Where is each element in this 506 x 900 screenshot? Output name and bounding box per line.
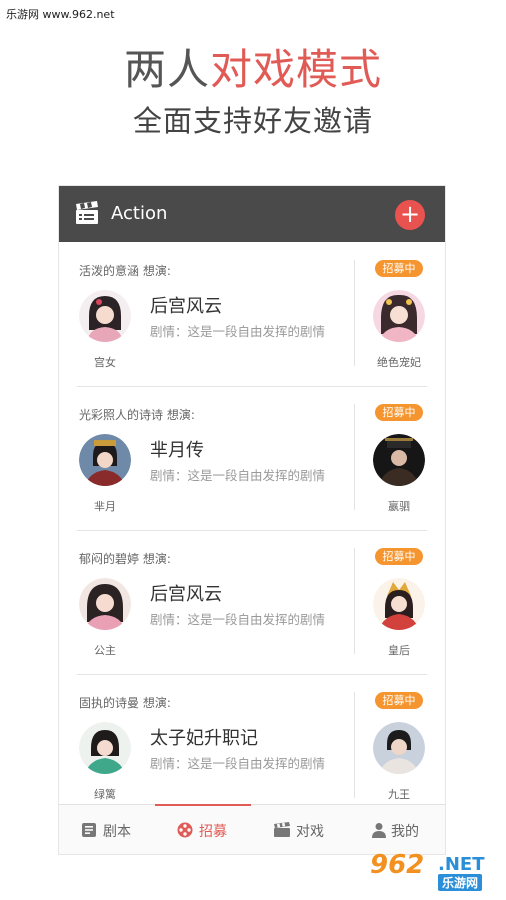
- vertical-divider: [354, 260, 355, 366]
- plot-text: 剧情：这是一段自由发挥的剧情: [150, 324, 326, 339]
- person-icon: [371, 822, 387, 842]
- drama-title: 后宫风云: [150, 296, 222, 317]
- avatar[interactable]: [79, 434, 131, 486]
- right-role-name: 嬴驷: [388, 500, 410, 513]
- app-header: Action +: [59, 186, 445, 242]
- right-role-name: 九王: [388, 788, 410, 801]
- requester-label: 活泼的意涵 想演:: [79, 264, 171, 278]
- plot-text: 剧情：这是一段自由发挥的剧情: [150, 468, 326, 483]
- brand-logo: 962 .NET 乐游网: [366, 850, 498, 894]
- status-badge: 招募中: [375, 548, 423, 565]
- brand-number: 962: [370, 850, 425, 880]
- bottom-tab-bar: 剧本 招募 对戏 我的: [59, 804, 445, 854]
- status-badge: 招募中: [375, 260, 423, 277]
- add-button[interactable]: +: [395, 200, 425, 230]
- promo-title: 两人对戏模式: [0, 36, 506, 97]
- script-icon: [81, 822, 97, 842]
- tab-label: 我的: [391, 824, 419, 840]
- plot-text: 剧情：这是一段自由发挥的剧情: [150, 756, 326, 771]
- row-divider: [77, 386, 427, 387]
- right-role-name: 绝色宠妃: [377, 356, 421, 369]
- avatar[interactable]: [373, 578, 425, 630]
- left-role-name: 芈月: [94, 500, 116, 513]
- drama-title: 芈月传: [150, 440, 204, 461]
- tab-mine[interactable]: 我的: [349, 805, 445, 854]
- row-divider: [77, 530, 427, 531]
- status-badge: 招募中: [375, 404, 423, 421]
- avatar[interactable]: [373, 290, 425, 342]
- right-role-name: 皇后: [388, 644, 410, 657]
- vertical-divider: [354, 692, 355, 798]
- avatar[interactable]: [373, 722, 425, 774]
- avatar[interactable]: [79, 290, 131, 342]
- tab-label: 招募: [199, 824, 227, 840]
- promo-title-accent: 对戏模式: [210, 45, 383, 94]
- tab-label: 对戏: [296, 824, 324, 840]
- promo-title-dark: 两人: [123, 45, 210, 94]
- tab-recruit[interactable]: 招募: [155, 804, 251, 854]
- brand-domain: .NET: [438, 854, 485, 875]
- plus-icon: +: [399, 200, 421, 228]
- avatar[interactable]: [79, 578, 131, 630]
- list-item[interactable]: 光彩照人的诗诗 想演: 芈月 芈月传 剧情：这是一段自由发挥的剧情 招募中 嬴驷: [77, 388, 427, 530]
- clapperboard-icon: [273, 822, 291, 842]
- status-badge: 招募中: [375, 692, 423, 709]
- clapperboard-icon: [75, 201, 101, 229]
- left-role-name: 公主: [94, 644, 116, 657]
- left-role-name: 绿篱: [94, 788, 116, 801]
- vertical-divider: [354, 404, 355, 510]
- list-item[interactable]: 活泼的意涵 想演: 宫女 后宫风云 剧情：这是一段自由发挥的剧情 招募中 绝色宠…: [77, 244, 427, 386]
- brand-name: 乐游网: [438, 874, 483, 891]
- plot-text: 剧情：这是一段自由发挥的剧情: [150, 612, 326, 627]
- tab-script[interactable]: 剧本: [59, 805, 155, 854]
- drama-title: 后宫风云: [150, 584, 222, 605]
- drama-title: 太子妃升职记: [150, 728, 258, 749]
- requester-label: 郁闷的碧婷 想演:: [79, 552, 171, 566]
- avatar[interactable]: [79, 722, 131, 774]
- tab-label: 剧本: [103, 824, 131, 840]
- app-screen: Action + 活泼的意涵 想演: 宫女 后宫风云 剧情：这是一段自由发挥的剧…: [59, 186, 445, 854]
- app-title: Action: [111, 203, 168, 224]
- tab-duet[interactable]: 对戏: [252, 805, 348, 854]
- list-item[interactable]: 固执的诗曼 想演: 绿篱 太子妃升职记 剧情：这是一段自由发挥的剧情 招募中 九…: [77, 676, 427, 818]
- avatar[interactable]: [373, 434, 425, 486]
- vertical-divider: [354, 548, 355, 654]
- promo-subtitle: 全面支持好友邀请: [132, 104, 373, 138]
- requester-label: 固执的诗曼 想演:: [79, 696, 171, 710]
- film-reel-icon: [177, 822, 193, 842]
- list-item[interactable]: 郁闷的碧婷 想演: 公主 后宫风云 剧情：这是一段自由发挥的剧情 招募中 皇后: [77, 532, 427, 674]
- left-role-name: 宫女: [94, 356, 116, 369]
- site-watermark: 乐游网 www.962.net: [6, 8, 115, 21]
- row-divider: [77, 674, 427, 675]
- requester-label: 光彩照人的诗诗 想演:: [79, 408, 195, 422]
